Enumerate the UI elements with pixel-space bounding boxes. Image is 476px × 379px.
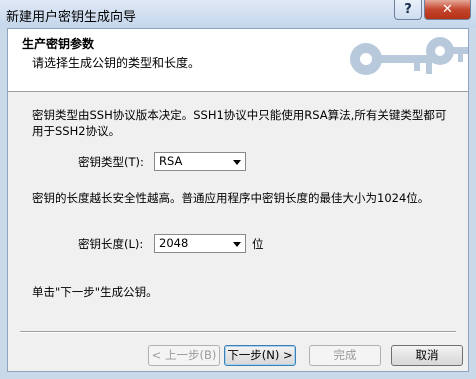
title-bar[interactable]: 新建用户密钥生成向导 ? ✕ (0, 0, 476, 28)
next-button[interactable]: 下一步(N) > (224, 345, 296, 366)
divider (20, 331, 456, 333)
window-title: 新建用户密钥生成向导 (6, 10, 137, 25)
help-button[interactable]: ? (394, 0, 422, 20)
back-button[interactable]: < 上一步(B) (148, 345, 220, 366)
chevron-down-icon (233, 160, 241, 165)
length-description: 密钥的长度越长安全性越高。普通应用程序中密钥长度的最佳大小为1024位。 (32, 191, 430, 205)
instruction-text: 单击"下一步"生成公钥。 (32, 285, 158, 299)
type-description-line-2: 用于SSH2协议。 (32, 124, 121, 138)
finish-button[interactable]: 完成 (309, 345, 381, 366)
key-length-unit: 位 (252, 237, 264, 251)
wizard-window: 新建用户密钥生成向导 ? ✕ 生产密钥参数 请选择生成公钥的类型和长度。 密钥类… (0, 0, 476, 379)
key-length-select[interactable]: 2048 (154, 234, 246, 253)
key-length-value: 2048 (159, 236, 189, 250)
keys-icon (350, 37, 468, 75)
key-type-label: 密钥类型(T): (78, 155, 144, 169)
close-button[interactable]: ✕ (424, 0, 471, 20)
page-subtitle: 请选择生成公钥的类型和长度。 (32, 56, 201, 70)
key-type-value: RSA (159, 154, 183, 168)
type-description-line-1: 密钥类型由SSH协议版本决定。SSH1协议中只能使用RSA算法,所有关键类型都可 (32, 108, 447, 122)
page-title: 生产密钥参数 (22, 37, 95, 51)
header-panel: 生产密钥参数 请选择生成公钥的类型和长度。 (8, 29, 468, 92)
wizard-body: 生产密钥参数 请选择生成公钥的类型和长度。 密钥类型由SSH协议版本决定。SSH… (7, 28, 469, 372)
cancel-button[interactable]: 取消 (391, 345, 463, 366)
key-length-label: 密钥长度(L): (78, 237, 144, 251)
chevron-down-icon (233, 242, 241, 247)
key-type-select[interactable]: RSA (154, 152, 246, 171)
